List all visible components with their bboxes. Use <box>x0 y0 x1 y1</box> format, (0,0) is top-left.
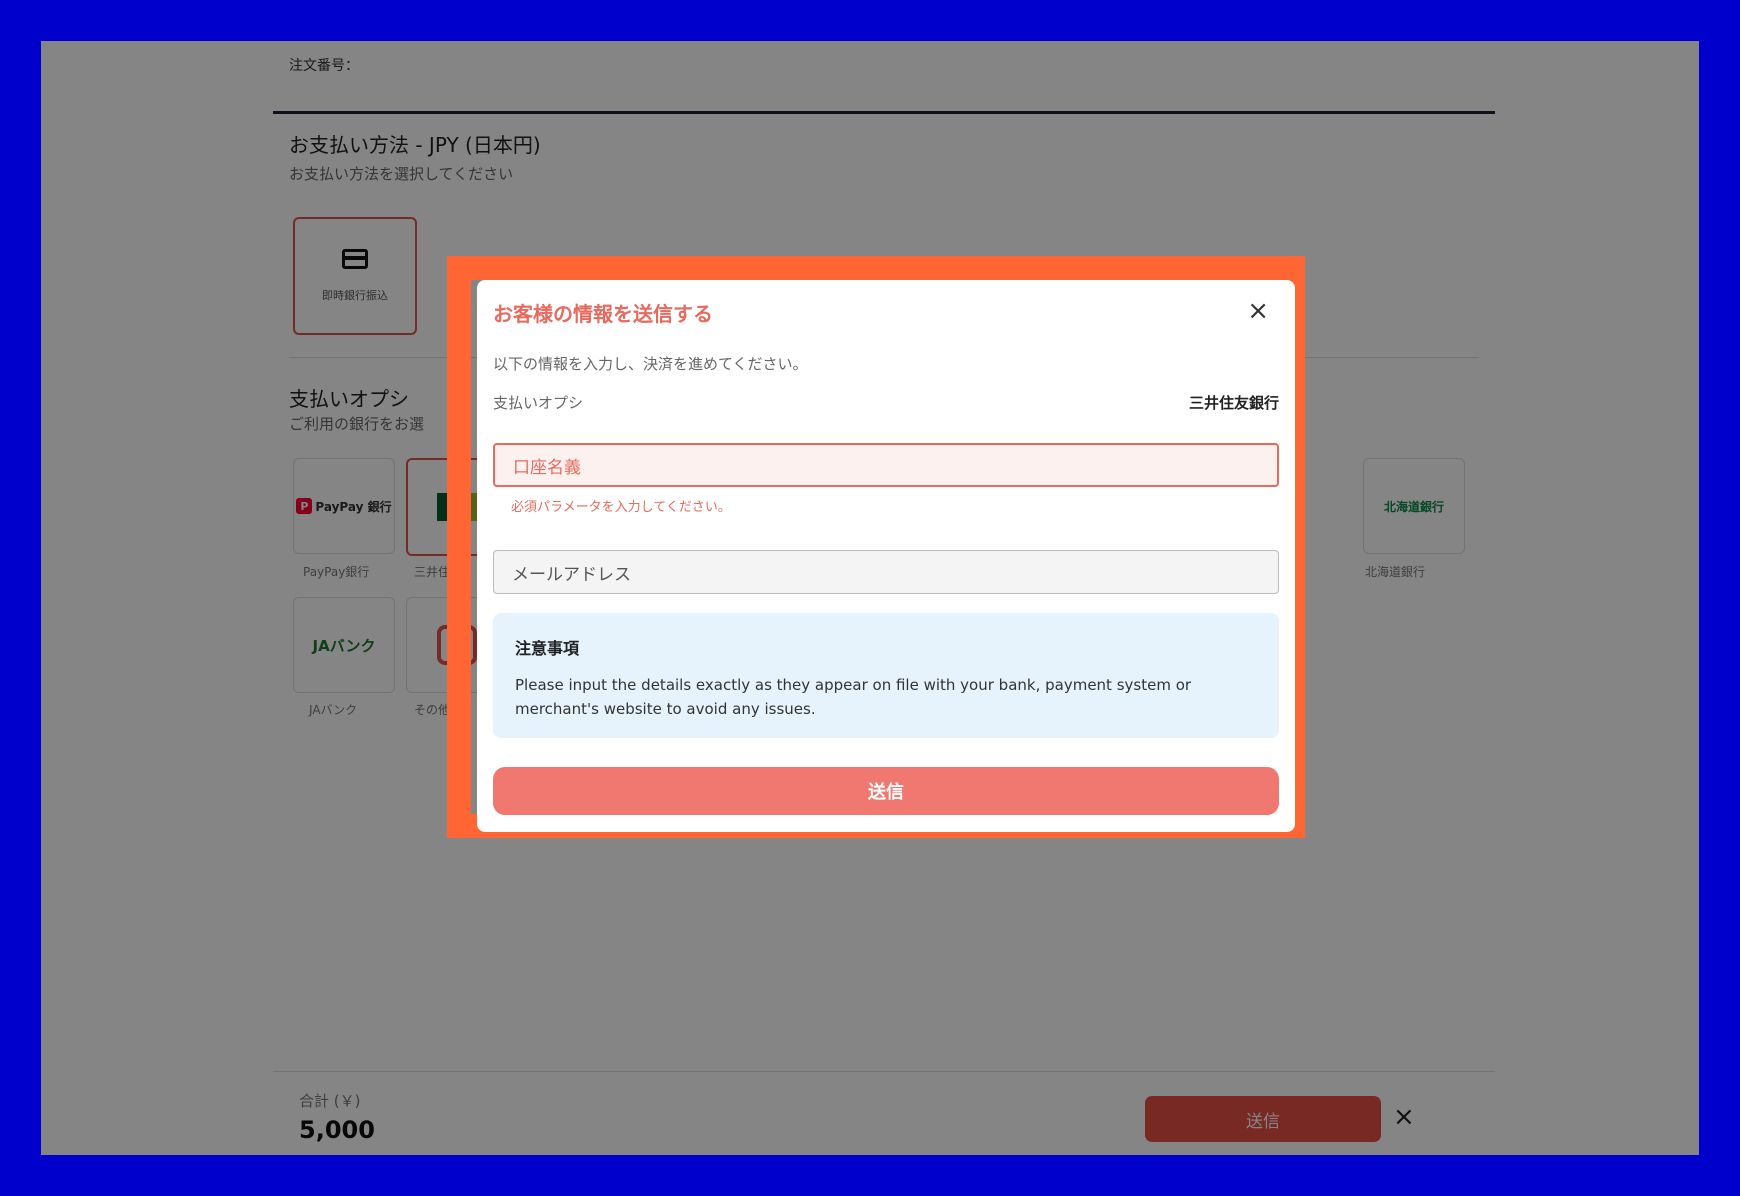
notice-title: 注意事項 <box>515 639 580 658</box>
payment-option-label: 支払いオプシ <box>493 394 584 412</box>
account-name-error: 必須パラメータを入力してください。 <box>511 500 731 515</box>
account-name-placeholder: 口座名義 <box>513 457 581 478</box>
payment-option-value: 三井住友銀行 <box>1188 394 1279 412</box>
screen: 注文番号： お支払い方法 - JPY (日本円) お支払い方法を選択してください… <box>41 41 1699 1155</box>
modal-submit-button[interactable]: 送信 <box>493 767 1279 815</box>
account-name-input[interactable]: 口座名義 <box>493 443 1279 487</box>
notice-body: Please input the details exactly as they… <box>515 676 1192 718</box>
notice-box: 注意事項 Please input the details exactly as… <box>493 613 1279 738</box>
modal-title: お客様の情報を送信する <box>493 302 713 326</box>
customer-info-modal: お客様の情報を送信する × 以下の情報を入力し、決済を進めてください。 支払いオ… <box>477 280 1295 832</box>
close-icon[interactable]: × <box>1247 298 1269 324</box>
email-input[interactable]: メールアドレス <box>493 550 1279 594</box>
modal-instructions: 以下の情報を入力し、決済を進めてください。 <box>493 355 808 373</box>
email-placeholder: メールアドレス <box>512 564 631 585</box>
